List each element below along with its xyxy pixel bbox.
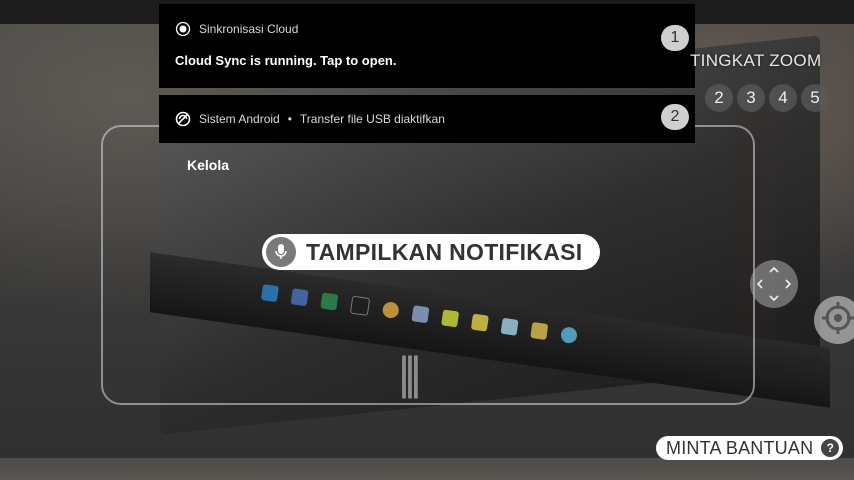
zoom-level-4[interactable]: 4: [769, 84, 797, 112]
notification-separator: •: [287, 112, 292, 126]
zoom-level-3[interactable]: 3: [737, 84, 765, 112]
crosshair-control[interactable]: [814, 296, 854, 344]
notification-body: Cloud Sync is running. Tap to open.: [175, 53, 397, 68]
notification-title: Transfer file USB diaktifkan: [299, 112, 445, 126]
notification-cloud-sync[interactable]: Sinkronisasi Cloud Cloud Sync is running…: [159, 4, 695, 88]
move-control[interactable]: [750, 260, 798, 308]
notification-app-name: Sistem Android: [199, 112, 280, 126]
notification-number-badge[interactable]: 1: [661, 25, 689, 51]
help-button[interactable]: MINTA BANTUAN ?: [656, 436, 844, 460]
question-icon: ?: [821, 439, 840, 457]
voice-command-pill[interactable]: TAMPILKAN NOTIFIKASI: [262, 234, 601, 270]
notification-header: Sistem Android • Transfer file USB diakt…: [175, 111, 445, 127]
zoom-level-5[interactable]: 5: [801, 84, 829, 112]
zoom-level-2[interactable]: 2: [705, 84, 733, 112]
zoom-level-selector: 2 3 4 5: [705, 84, 829, 112]
microphone-icon: [266, 237, 296, 267]
help-label: MINTA BANTUAN: [666, 437, 814, 458]
zoom-level-title: TINGKAT ZOOM: [690, 51, 822, 70]
manage-notifications-button[interactable]: Kelola: [187, 157, 229, 173]
voice-command-label: TAMPILKAN NOTIFIKASI: [306, 238, 583, 265]
bottom-strip: [0, 458, 854, 480]
move-arrows-icon: [750, 260, 798, 308]
cloud-sync-app-icon: [175, 21, 191, 37]
notification-header: Sinkronisasi Cloud: [175, 21, 298, 37]
notification-app-name: Sinkronisasi Cloud: [199, 22, 299, 36]
notification-usb-transfer[interactable]: Sistem Android • Transfer file USB diakt…: [159, 95, 695, 143]
crosshair-icon: [820, 300, 854, 341]
android-system-icon: [175, 111, 191, 127]
notification-number-badge[interactable]: 2: [661, 104, 689, 130]
